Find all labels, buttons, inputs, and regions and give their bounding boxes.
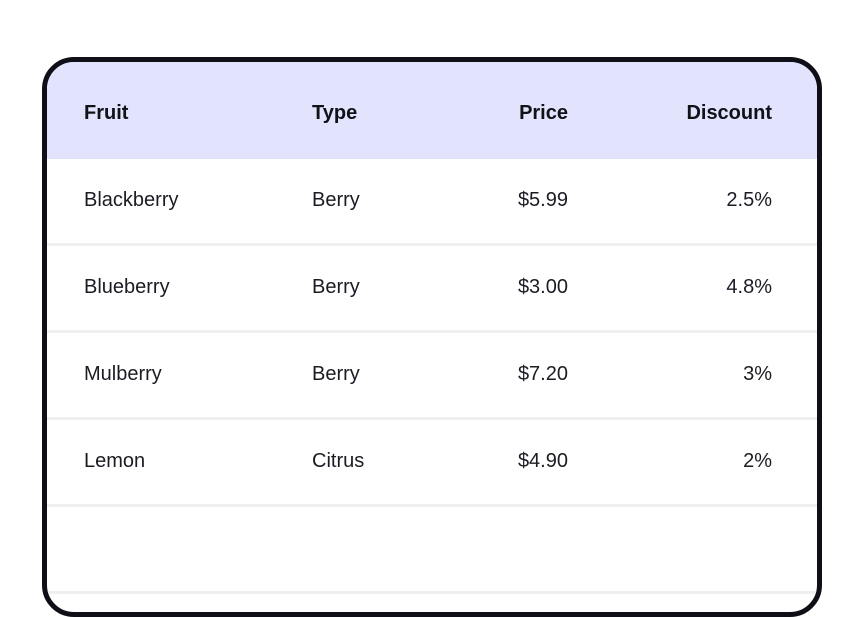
cell-discount: 2% bbox=[743, 450, 772, 472]
cell-price bbox=[462, 505, 568, 592]
cell-price: $7.20 bbox=[517, 363, 568, 385]
cell-fruit: Blackberry bbox=[84, 189, 179, 212]
cell-fruit: Mulberry bbox=[84, 363, 162, 385]
cell-price: $4.90 bbox=[517, 450, 568, 472]
cell-type: Berry bbox=[312, 189, 360, 212]
cell-discount: 4.8% bbox=[726, 276, 772, 298]
cell-fruit: Lemon bbox=[84, 450, 146, 472]
table-body: Blackberry Berry $5.99 2.5% Blueberry Be… bbox=[47, 159, 817, 592]
column-header-type[interactable]: Type bbox=[312, 62, 462, 159]
cell-discount: 3% bbox=[743, 363, 772, 385]
table-row[interactable]: Mulberry Berry $7.20 3% bbox=[47, 331, 817, 418]
cell-discount bbox=[568, 505, 772, 592]
cell-type bbox=[312, 505, 462, 592]
cell-spacer bbox=[772, 505, 817, 592]
column-header-spacer bbox=[772, 62, 817, 159]
table-header: Fruit Type Price Discount bbox=[47, 62, 817, 159]
cell-price: $3.00 bbox=[517, 276, 568, 298]
cell-type: Berry bbox=[312, 276, 360, 298]
table-row[interactable]: Blackberry Berry $5.99 2.5% bbox=[47, 159, 817, 244]
cell-price: $5.99 bbox=[517, 189, 568, 212]
table-row[interactable] bbox=[47, 505, 817, 592]
cell-spacer bbox=[772, 331, 817, 418]
fruit-table-card: Fruit Type Price Discount Blackberry Ber… bbox=[42, 57, 822, 617]
fruit-table: Fruit Type Price Discount Blackberry Ber… bbox=[47, 62, 817, 594]
cell-fruit: Blueberry bbox=[84, 276, 170, 298]
cell-fruit bbox=[47, 505, 312, 592]
table-row[interactable]: Blueberry Berry $3.00 4.8% bbox=[47, 244, 817, 331]
cell-spacer bbox=[772, 418, 817, 505]
cell-spacer bbox=[772, 244, 817, 331]
column-header-fruit[interactable]: Fruit bbox=[47, 62, 312, 159]
column-header-price[interactable]: Price bbox=[462, 62, 568, 159]
header-row: Fruit Type Price Discount bbox=[47, 62, 817, 159]
column-header-discount[interactable]: Discount bbox=[568, 62, 772, 159]
cell-type: Berry bbox=[312, 363, 360, 385]
cell-spacer bbox=[772, 159, 817, 244]
cell-type: Citrus bbox=[312, 450, 365, 472]
cell-discount: 2.5% bbox=[726, 189, 772, 212]
table-row[interactable]: Lemon Citrus $4.90 2% bbox=[47, 418, 817, 505]
